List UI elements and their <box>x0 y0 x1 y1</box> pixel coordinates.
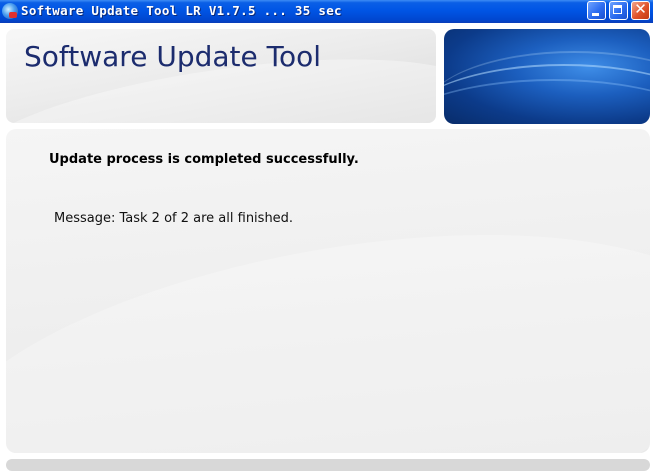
close-icon: ✕ <box>634 0 647 18</box>
page-title: Software Update Tool <box>24 40 322 73</box>
header-panel: Software Update Tool <box>6 29 436 123</box>
banner-image <box>444 29 650 124</box>
app-icon[interactable] <box>2 3 18 19</box>
minimize-icon <box>592 13 599 16</box>
close-button[interactable]: ✕ <box>631 0 650 20</box>
banner-wave <box>444 79 650 124</box>
maximize-icon <box>613 5 622 14</box>
maximize-button[interactable] <box>609 1 628 20</box>
status-message: Update process is completed successfully… <box>49 152 359 167</box>
title-bar[interactable]: Software Update Tool LR V1.7.5 ... 35 se… <box>0 0 653 23</box>
detail-message: Message: Task 2 of 2 are all finished. <box>54 211 294 226</box>
content-panel: Update process is completed successfully… <box>6 129 650 453</box>
minimize-button[interactable] <box>587 1 606 20</box>
bottom-panel-edge <box>6 459 650 471</box>
window-title: Software Update Tool LR V1.7.5 ... 35 se… <box>21 3 342 18</box>
